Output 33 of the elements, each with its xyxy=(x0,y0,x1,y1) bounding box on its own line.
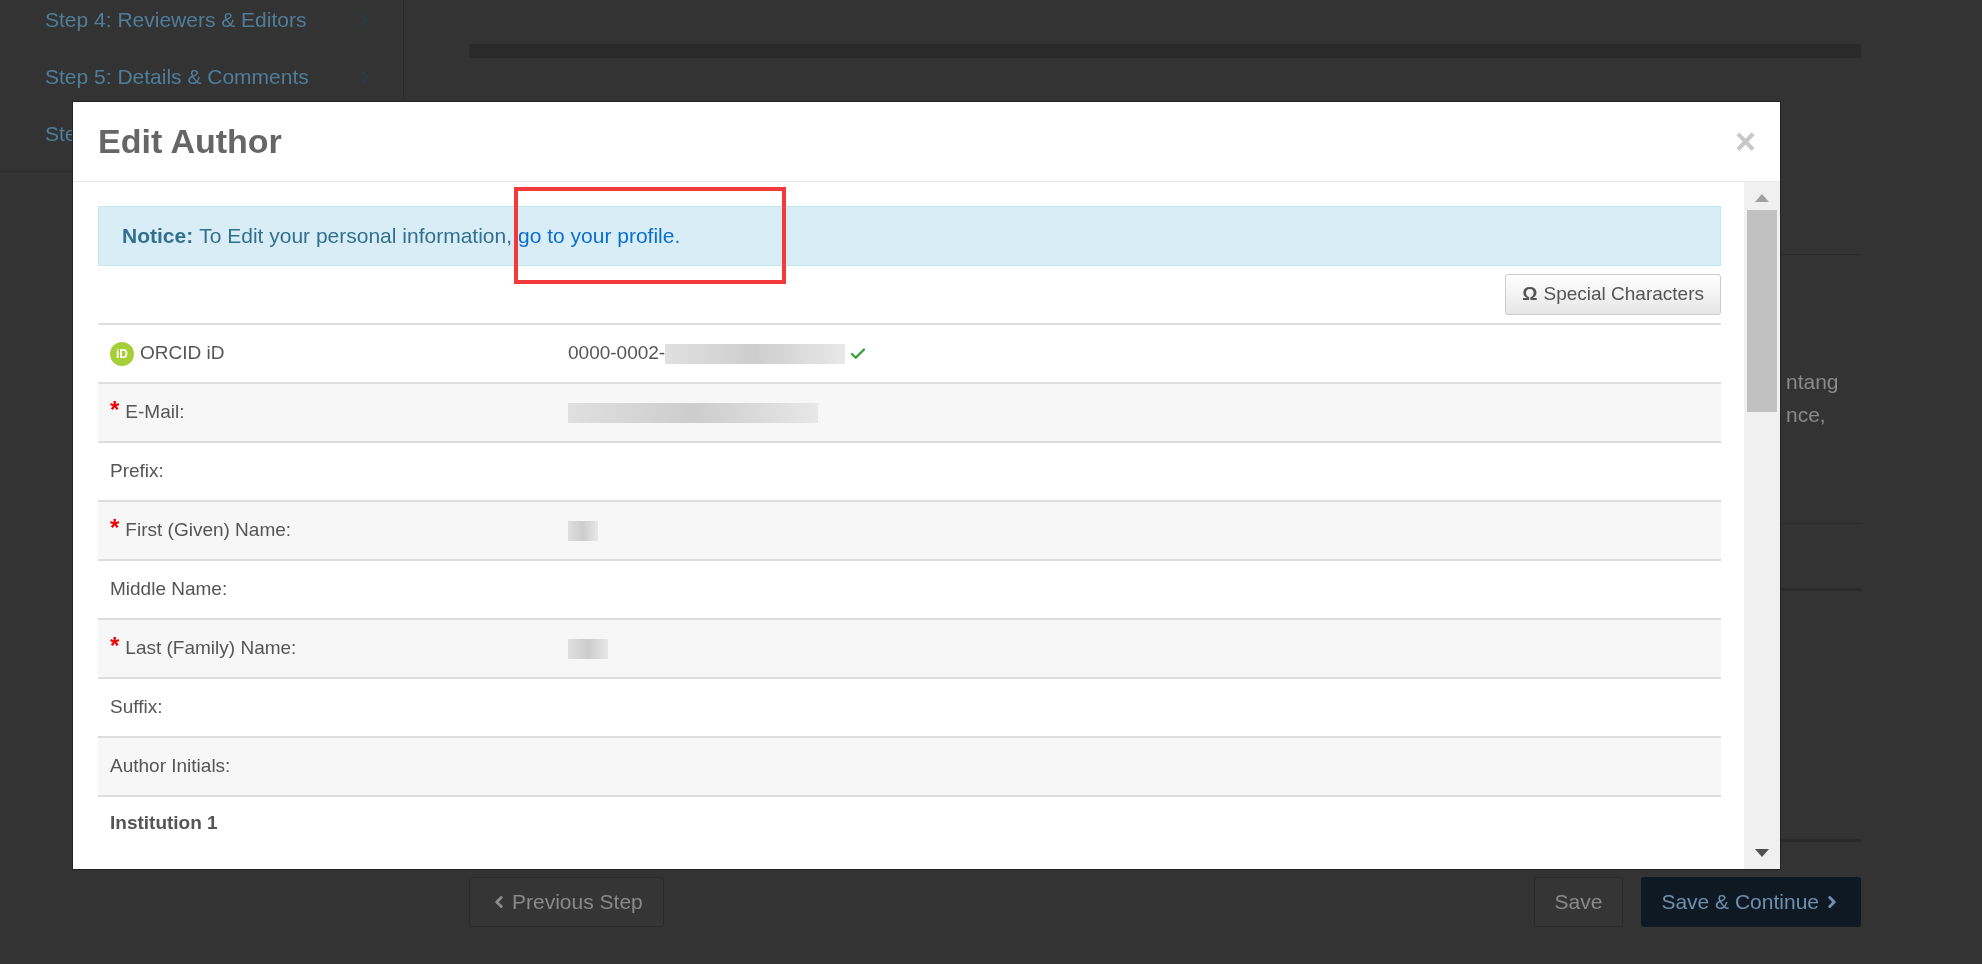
field-label: Author Initials: xyxy=(110,754,231,779)
field-label: E-Mail: xyxy=(125,400,185,425)
required-asterisk: * xyxy=(110,397,120,422)
section-heading: Institution 1 xyxy=(110,810,218,835)
field-label: First (Given) Name: xyxy=(125,518,292,543)
scroll-up-icon xyxy=(1755,194,1769,202)
scroll-down-icon xyxy=(1755,849,1769,857)
save-button[interactable]: Save xyxy=(1533,877,1624,927)
field-label: Prefix: xyxy=(110,459,164,484)
scrollbar-thumb[interactable] xyxy=(1747,210,1777,412)
body-text: ntang xyxy=(1786,369,1840,395)
required-asterisk: * xyxy=(110,515,120,540)
special-characters-button[interactable]: Ω Special Characters xyxy=(1505,274,1721,315)
notice-period: . xyxy=(674,223,681,250)
field-value: 0000-0002- xyxy=(568,341,666,366)
dialog-title: Edit Author xyxy=(98,121,282,162)
orcid-badge: iD xyxy=(110,341,134,366)
redacted-blur xyxy=(568,638,608,659)
field-label: Middle Name: xyxy=(110,577,228,602)
required-asterisk: * xyxy=(110,633,120,658)
sidebar-link[interactable]: Step 4: Reviewers & Editors xyxy=(45,4,307,36)
profile-link[interactable]: go to your profile xyxy=(518,220,675,252)
notice-text: To Edit your personal information, xyxy=(199,223,512,250)
field-label: ORCID iD xyxy=(140,341,225,366)
field-label: Last (Family) Name: xyxy=(125,636,297,661)
sidebar-link[interactable]: Step 5: Details & Comments xyxy=(45,61,309,93)
previous-step-button[interactable]: Previous Step xyxy=(469,877,664,927)
field-label: Suffix: xyxy=(110,695,163,720)
body-text: nce, xyxy=(1786,402,1827,428)
notice-label: Notice: xyxy=(122,223,194,250)
scrollbar[interactable] xyxy=(1744,182,1780,869)
redacted-blur xyxy=(568,520,598,541)
save-continue-button[interactable]: Save & Continue xyxy=(1641,877,1861,927)
